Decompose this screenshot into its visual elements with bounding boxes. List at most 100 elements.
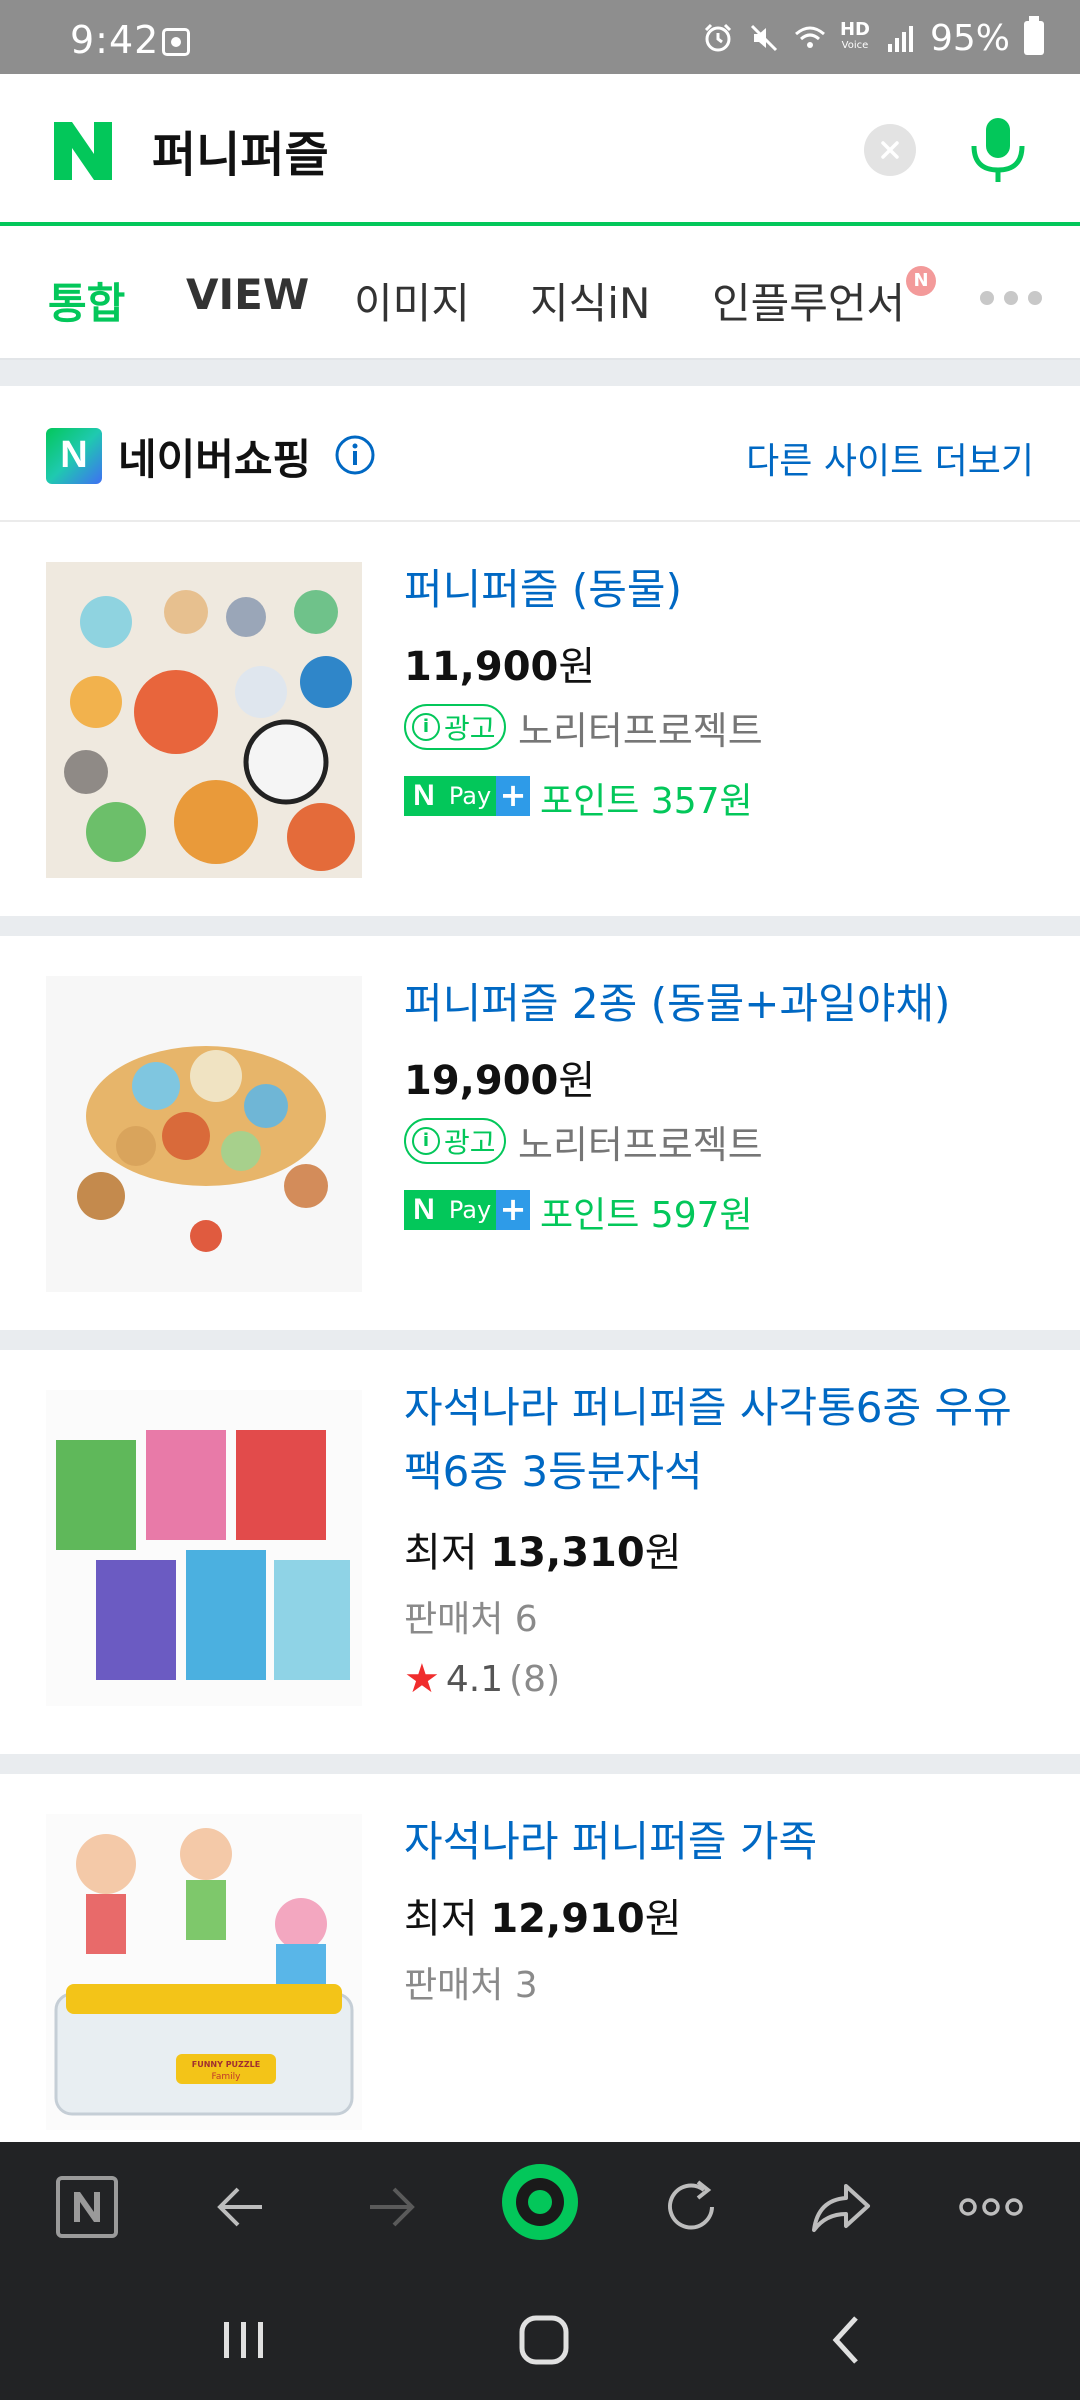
- product-title[interactable]: 퍼니퍼즐 2종 (동물+과일야채): [404, 972, 1044, 1036]
- info-icon[interactable]: [334, 434, 376, 476]
- product-price: 11,900원: [404, 634, 595, 692]
- item-divider: [0, 916, 1080, 936]
- ad-label: 광고: [444, 712, 496, 745]
- notification-icon: [162, 28, 190, 56]
- mute-icon: [750, 24, 778, 52]
- status-time: 9:42: [70, 18, 160, 62]
- tab-knowledge-in[interactable]: 지식iN: [530, 270, 650, 331]
- shopping-section-header: N 네이버쇼핑 다른 사이트 더보기: [0, 386, 1080, 522]
- clear-search-button[interactable]: [864, 124, 916, 176]
- package-sub-label: Family: [211, 2072, 241, 2082]
- price-value: 19,900: [404, 1058, 559, 1104]
- home-icon[interactable]: [514, 2310, 574, 2370]
- more-tabs-icon[interactable]: [980, 290, 1060, 310]
- new-badge: N: [906, 266, 936, 296]
- product-price: 최저 12,910원: [404, 1886, 682, 1944]
- tab-view[interactable]: VIEW: [186, 270, 309, 319]
- alarm-icon: [704, 23, 732, 52]
- price-currency: 원: [644, 1896, 682, 1942]
- product-image[interactable]: [46, 976, 362, 1292]
- hd-voice-icon: HD Voice: [839, 19, 870, 54]
- package-label: FUNNY PUZZLE: [191, 2060, 261, 2069]
- system-nav-bar: [0, 2270, 1080, 2400]
- product-image[interactable]: [46, 1390, 362, 1706]
- naver-home-icon[interactable]: [52, 2172, 122, 2242]
- ad-label: 광고: [444, 1126, 496, 1159]
- hd-label: HD: [839, 19, 870, 40]
- product-title[interactable]: 자석나라 퍼니퍼즐 사각통6종 우유팩6종 3등분자석: [404, 1376, 1044, 1504]
- ad-badge[interactable]: i 광고: [404, 704, 506, 750]
- price-value: 11,900: [404, 644, 559, 690]
- section-divider: [0, 360, 1080, 386]
- npay-label: Pay: [444, 776, 496, 816]
- more-options-icon[interactable]: [956, 2172, 1026, 2242]
- product-price: 최저 13,310원: [404, 1520, 682, 1578]
- product-title[interactable]: 자석나라 퍼니퍼즐 가족: [404, 1810, 1044, 1874]
- hd-sub-label: Voice: [841, 40, 869, 51]
- points-text: 포인트 357원: [540, 781, 753, 822]
- price-value: 12,910: [490, 1896, 645, 1942]
- search-tabs: 통합 VIEW 이미지 지식iN 인플루언서 N: [0, 230, 1080, 360]
- price-value: 13,310: [490, 1530, 645, 1576]
- price-currency: 원: [644, 1530, 682, 1576]
- price-currency: 원: [558, 644, 596, 690]
- info-icon: i: [412, 713, 440, 741]
- more-sites-link[interactable]: 다른 사이트 더보기: [746, 432, 1034, 484]
- close-icon: [881, 141, 899, 159]
- naver-logo-icon[interactable]: [50, 118, 116, 184]
- ad-badge[interactable]: i 광고: [404, 1118, 506, 1164]
- points-text: 포인트 597원: [540, 1195, 753, 1236]
- seller-count[interactable]: 판매처 3: [404, 1956, 538, 2008]
- voice-search-mic-icon[interactable]: [966, 114, 1030, 186]
- naver-shopping-logo-icon: N: [46, 428, 102, 484]
- green-dot-icon[interactable]: [500, 2162, 580, 2242]
- product-item[interactable]: 퍼니퍼즐 (동물) 11,900원 i 광고 노리터프로젝트 N Pay + 포인트 …: [0, 522, 1080, 916]
- npay-n: N: [404, 776, 444, 816]
- product-rating[interactable]: ★ 4.1 (8): [404, 1656, 560, 1702]
- price-prefix: 최저: [404, 1896, 478, 1942]
- seller-name[interactable]: 노리터프로젝트: [518, 1114, 763, 1169]
- back-arrow-icon[interactable]: [206, 2172, 276, 2242]
- info-icon: i: [412, 1127, 440, 1155]
- battery-icon: [1024, 16, 1044, 55]
- naver-pay-badge: N Pay +: [404, 1190, 530, 1230]
- product-image[interactable]: FUNNY PUZZLE Family: [46, 1814, 362, 2130]
- status-icons: HD Voice 95%: [702, 16, 1044, 60]
- product-price: 19,900원: [404, 1048, 595, 1106]
- seller-name[interactable]: 노리터프로젝트: [518, 700, 763, 755]
- back-icon[interactable]: [818, 2310, 878, 2370]
- star-icon: ★: [404, 1656, 440, 1702]
- refresh-icon[interactable]: [656, 2172, 726, 2242]
- review-count: (8): [509, 1658, 561, 1700]
- item-divider: [0, 1330, 1080, 1350]
- price-currency: 원: [558, 1058, 596, 1104]
- search-input[interactable]: [152, 114, 832, 186]
- tab-integrated[interactable]: 통합: [48, 270, 125, 331]
- share-icon[interactable]: [806, 2172, 876, 2242]
- seller-count[interactable]: 판매처 6: [404, 1590, 538, 1642]
- product-item[interactable]: 퍼니퍼즐 2종 (동물+과일야채) 19,900원 i 광고 노리터프로젝트 NP…: [0, 936, 1080, 1330]
- signal-icon: [887, 26, 913, 52]
- price-prefix: 최저: [404, 1530, 478, 1576]
- forward-arrow-icon[interactable]: [356, 2172, 426, 2242]
- npay-label: Pay: [444, 1190, 496, 1230]
- status-bar: 9:42 HD Voice 95%: [0, 0, 1080, 74]
- npay-n: N: [404, 1190, 444, 1230]
- product-title[interactable]: 퍼니퍼즐 (동물): [404, 558, 1044, 622]
- browser-toolbar: [0, 2142, 1080, 2270]
- tab-influencer[interactable]: 인플루언서: [712, 270, 905, 331]
- rating-score: 4.1: [445, 1658, 504, 1700]
- wifi-icon: [794, 26, 825, 48]
- item-divider: [0, 1754, 1080, 1774]
- recent-apps-icon[interactable]: [214, 2310, 274, 2370]
- battery-percent: 95%: [929, 17, 1010, 59]
- product-item[interactable]: FUNNY PUZZLE Family 자석나라 퍼니퍼즐 가족 최저 12,9…: [0, 1774, 1080, 2142]
- npay-plus: +: [496, 1190, 530, 1230]
- tab-images[interactable]: 이미지: [354, 270, 470, 331]
- section-title[interactable]: 네이버쇼핑: [118, 426, 311, 487]
- naver-pay-badge: N Pay +: [404, 776, 530, 816]
- shopping-logo-letter: N: [60, 434, 88, 476]
- product-item[interactable]: 자석나라 퍼니퍼즐 사각통6종 우유팩6종 3등분자석 최저 13,310원 판…: [0, 1350, 1080, 1754]
- npay-plus: +: [496, 776, 530, 816]
- product-image[interactable]: [46, 562, 362, 878]
